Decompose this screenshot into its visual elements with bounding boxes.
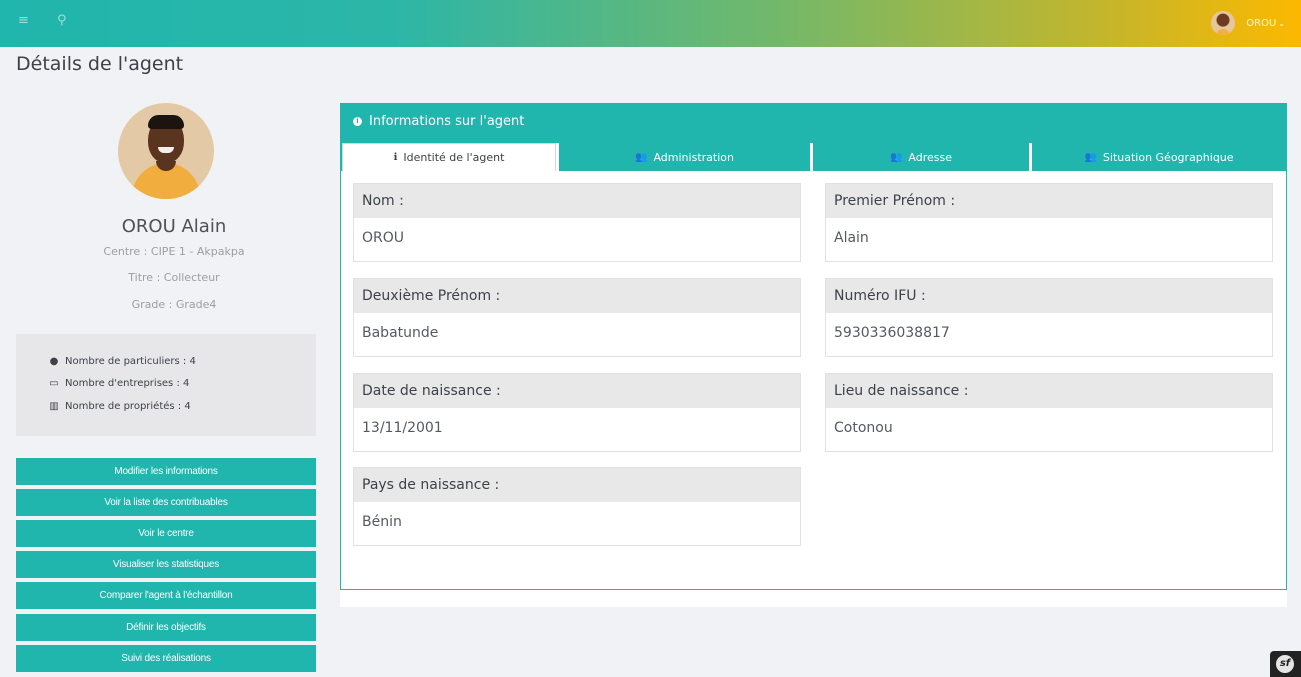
tab-administration[interactable]: 👥 Administration bbox=[559, 143, 810, 171]
users-icon: 👥 bbox=[889, 151, 903, 163]
hamburger-icon[interactable]: ≡ bbox=[18, 13, 29, 28]
user-menu[interactable]: OROU ⌄ bbox=[1211, 11, 1285, 35]
tab-situation-geographique[interactable]: 👥 Situation Géographique bbox=[1032, 143, 1286, 171]
symfony-icon: sf bbox=[1276, 655, 1294, 673]
compare-sample-button[interactable]: Comparer l'agent à l'échantillon bbox=[16, 582, 316, 609]
stat-particuliers: ● Nombre de particuliers : 4 bbox=[47, 356, 196, 367]
tab-identite[interactable]: ℹ Identité de l'agent bbox=[342, 143, 556, 171]
edit-info-button[interactable]: Modifier les informations bbox=[16, 458, 316, 485]
desktop-icon: ▭ bbox=[49, 378, 59, 389]
stats-box: ● Nombre de particuliers : 4 ▭ Nombre d'… bbox=[16, 334, 316, 436]
debug-toolbar-toggle[interactable]: sf bbox=[1270, 651, 1301, 677]
profile-titre: Titre : Collecteur bbox=[128, 271, 220, 284]
panel-footer bbox=[340, 590, 1287, 607]
user-icon: ● bbox=[49, 356, 59, 367]
top-bar: ≡ ⚲ OROU ⌄ bbox=[0, 0, 1301, 47]
profile-name: OROU Alain bbox=[121, 216, 227, 237]
tab-adresse[interactable]: 👥 Adresse bbox=[813, 143, 1029, 171]
profile-centre: Centre : CIPE 1 - Akpakpa bbox=[103, 245, 245, 258]
stat-entreprises: ▭ Nombre d'entreprises : 4 bbox=[47, 378, 189, 389]
set-objectives-button[interactable]: Définir les objectifs bbox=[16, 614, 316, 641]
field-date-naissance: Date de naissance : 13/11/2001 bbox=[353, 373, 801, 452]
user-name[interactable]: OROU bbox=[1246, 18, 1276, 29]
agent-info-panel: i Informations sur l'agent ℹ Identité de… bbox=[340, 103, 1287, 590]
info-icon: i bbox=[353, 117, 362, 126]
field-deuxieme-prenom: Deuxième Prénom : Babatunde bbox=[353, 278, 801, 357]
view-centre-button[interactable]: Voir le centre bbox=[16, 520, 316, 547]
users-icon: 👥 bbox=[635, 151, 648, 163]
users-icon: 👥 bbox=[1084, 151, 1097, 163]
panel-header: i Informations sur l'agent ℹ Identité de… bbox=[341, 104, 1286, 171]
avatar[interactable] bbox=[1211, 11, 1236, 35]
bank-icon: ▥ bbox=[49, 401, 59, 412]
statistics-button[interactable]: Visualiser les statistiques bbox=[16, 551, 316, 578]
search-icon[interactable]: ⚲ bbox=[57, 13, 67, 28]
taxpayers-list-button[interactable]: Voir la liste des contribuables bbox=[16, 489, 316, 516]
profile-grade: Grade : Grade4 bbox=[131, 298, 217, 311]
stat-proprietes: ▥ Nombre de propriétés : 4 bbox=[47, 401, 190, 412]
profile-photo bbox=[118, 103, 214, 199]
field-premier-prenom: Premier Prénom : Alain bbox=[825, 183, 1273, 262]
achievements-button[interactable]: Suivi des réalisations bbox=[16, 645, 316, 672]
panel-title: i Informations sur l'agent bbox=[353, 114, 524, 129]
info-icon: ℹ bbox=[393, 152, 398, 163]
chevron-down-icon[interactable]: ⌄ bbox=[1278, 19, 1285, 28]
field-lieu-naissance: Lieu de naissance : Cotonou bbox=[825, 373, 1273, 452]
field-pays-naissance: Pays de naissance : Bénin bbox=[353, 467, 801, 546]
field-numero-ifu: Numéro IFU : 5930336038817 bbox=[825, 278, 1273, 357]
page-title: Détails de l'agent bbox=[16, 53, 184, 75]
field-nom: Nom : OROU bbox=[353, 183, 801, 262]
